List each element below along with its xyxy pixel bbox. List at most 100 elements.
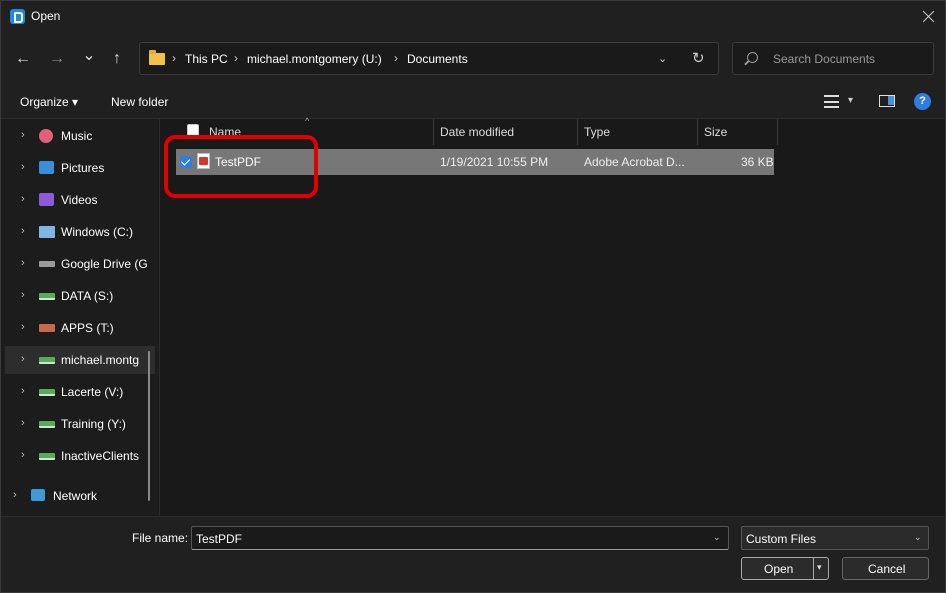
title-bar: Open [1, 1, 945, 33]
column-header-size[interactable]: Size [698, 119, 778, 145]
breadcrumb-documents[interactable]: Documents [407, 52, 468, 66]
preview-pane-icon[interactable] [879, 95, 895, 107]
column-header-name[interactable]: ^ Name [161, 116, 434, 145]
forward-arrow-icon[interactable]: → [46, 49, 68, 69]
chevron-down-icon: ⌄ [914, 532, 922, 542]
sidebar-item-label: DATA (S:) [61, 289, 114, 303]
sidebar-item-data-s[interactable]: › DATA (S:) [5, 282, 155, 310]
sidebar-item-google-drive[interactable]: › Google Drive (G [5, 250, 155, 278]
file-list-pane: ^ Name Date modified Type Size TestPDF 1… [161, 116, 945, 516]
network-drive-icon [39, 421, 55, 428]
sidebar-item-label: Training (Y:) [61, 417, 126, 431]
sidebar-item-training-y[interactable]: › Training (Y:) [5, 410, 155, 438]
network-drive-icon [39, 324, 55, 332]
cancel-button-label: Cancel [868, 562, 906, 576]
close-icon[interactable] [919, 7, 939, 27]
expand-chevron-icon[interactable]: › [21, 321, 25, 333]
search-placeholder: Search Documents [773, 52, 876, 66]
sidebar-item-label: Network [53, 489, 98, 503]
file-name-value: TestPDF [196, 532, 243, 546]
sidebar-item-label: Windows (C:) [61, 225, 134, 239]
breadcrumb-separator: › [172, 51, 176, 65]
file-type-select[interactable]: Custom Files ⌄ [741, 526, 929, 550]
expand-chevron-icon[interactable]: › [21, 257, 25, 269]
sidebar-item-label: michael.montg [61, 353, 140, 367]
windows-drive-icon [39, 226, 55, 238]
sidebar-item-network[interactable]: › Network [0, 482, 147, 510]
select-all-checkbox[interactable] [187, 124, 199, 136]
file-type-value: Custom Files [746, 532, 817, 546]
file-type: Adobe Acrobat D... [584, 155, 685, 169]
column-header-label: Name [209, 125, 242, 139]
window-title: Open [31, 9, 61, 23]
breadcrumb-separator: › [234, 51, 238, 65]
sidebar-item-lacerte-v[interactable]: › Lacerte (V:) [5, 378, 155, 406]
refresh-icon[interactable]: ↻ [692, 49, 705, 67]
view-dropdown-icon[interactable]: ▾ [848, 95, 853, 106]
sidebar-item-label: Google Drive (G [61, 257, 147, 271]
expand-chevron-icon[interactable]: › [21, 353, 25, 365]
sidebar-item-label: Videos [61, 193, 98, 207]
back-arrow-icon[interactable]: ← [12, 49, 34, 69]
expand-chevron-icon[interactable]: › [13, 489, 17, 501]
search-input[interactable]: Search Documents [732, 42, 934, 75]
address-dropdown-chevron-icon[interactable]: ⌄ [658, 52, 667, 65]
address-bar[interactable]: › This PC › michael.montgomery (U:) › Do… [139, 42, 719, 75]
sidebar-item-windows-c[interactable]: › Windows (C:) [5, 218, 155, 246]
expand-chevron-icon[interactable]: › [21, 193, 25, 205]
organize-button[interactable]: Organize ▾ [20, 95, 78, 109]
network-drive-icon [39, 389, 55, 396]
sidebar-item-label: Lacerte (V:) [61, 385, 124, 399]
breadcrumb-this-pc[interactable]: This PC [185, 52, 228, 66]
expand-chevron-icon[interactable]: › [21, 289, 25, 301]
file-name-dropdown-icon[interactable]: ⌄ [713, 532, 721, 543]
breadcrumb-user-drive[interactable]: michael.montgomery (U:) [247, 52, 382, 66]
sidebar-item-user-drive[interactable]: › michael.montg [5, 346, 155, 374]
up-arrow-icon[interactable]: ↑ [106, 49, 128, 69]
videos-icon [39, 193, 54, 206]
music-icon [39, 129, 53, 143]
sidebar-item-pictures[interactable]: › Pictures [5, 154, 155, 182]
help-icon[interactable]: ? [914, 93, 931, 110]
sidebar-item-music[interactable]: › Music [5, 122, 155, 150]
sidebar-scrollbar[interactable] [148, 351, 150, 501]
table-row[interactable]: TestPDF 1/19/2021 10:55 PM Adobe Acrobat… [176, 149, 774, 175]
view-options-icon[interactable] [824, 95, 839, 108]
pictures-icon [39, 161, 54, 174]
sort-ascending-icon: ^ [305, 116, 310, 126]
open-options-dropdown-icon[interactable]: ▾ [817, 562, 822, 573]
file-name: TestPDF [215, 155, 262, 169]
sidebar-item-apps-t[interactable]: › APPS (T:) [5, 314, 155, 342]
expand-chevron-icon[interactable]: › [21, 161, 25, 173]
row-checkbox[interactable] [180, 156, 192, 168]
column-header-label: Type [584, 125, 611, 139]
open-button[interactable]: Open ▾ [741, 557, 829, 580]
column-header-type[interactable]: Type [578, 119, 698, 145]
navigation-bar: ← → ⌄ ↑ › This PC › michael.montgomery (… [1, 33, 945, 85]
recent-locations-chevron-down-icon[interactable]: ⌄ [78, 46, 100, 66]
cancel-button[interactable]: Cancel [842, 557, 929, 580]
column-header-label: Size [704, 125, 728, 139]
file-name-label: File name: [132, 531, 189, 545]
column-header-date-modified[interactable]: Date modified [434, 119, 578, 145]
sidebar-item-inactive-clients[interactable]: › InactiveClients [5, 442, 155, 470]
expand-chevron-icon[interactable]: › [21, 225, 25, 237]
folder-icon [149, 50, 165, 65]
expand-chevron-icon[interactable]: › [21, 129, 25, 141]
sidebar-item-videos[interactable]: › Videos [5, 186, 155, 214]
split-divider [813, 558, 814, 579]
expand-chevron-icon[interactable]: › [21, 417, 25, 429]
network-drive-icon [39, 357, 55, 364]
file-name-input[interactable]: TestPDF ⌄ [191, 526, 729, 550]
drive-icon [39, 261, 55, 267]
breadcrumb-separator: › [394, 51, 398, 65]
expand-chevron-icon[interactable]: › [21, 449, 25, 461]
expand-chevron-icon[interactable]: › [21, 385, 25, 397]
network-drive-icon [39, 293, 55, 300]
sidebar-item-label: Pictures [61, 161, 105, 175]
new-folder-button[interactable]: New folder [111, 95, 168, 109]
pdf-file-icon [197, 153, 210, 169]
sidebar-item-label: InactiveClients [61, 449, 140, 463]
open-button-label: Open [764, 562, 794, 576]
command-toolbar: Organize ▾ New folder ▾ ? [1, 85, 945, 119]
